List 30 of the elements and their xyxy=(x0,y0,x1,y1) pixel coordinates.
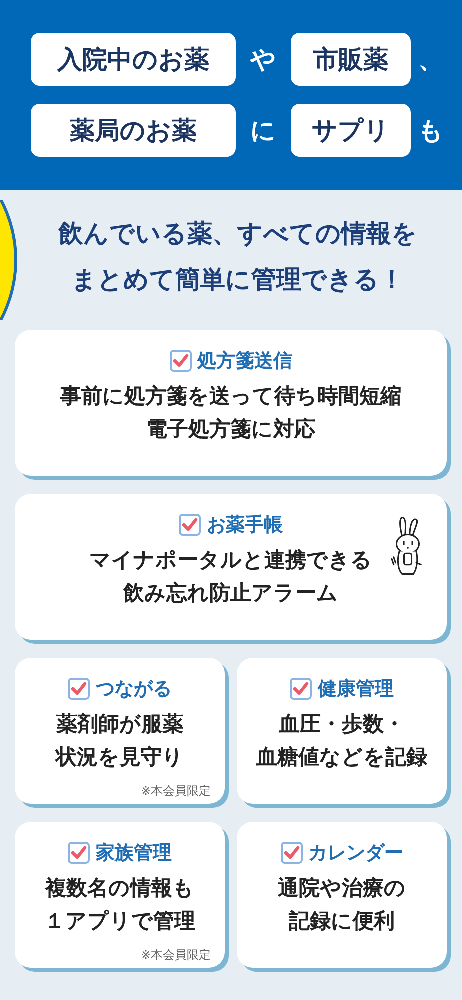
feature-text: 血糖値などを記録 xyxy=(256,744,428,771)
feature-title: 家族管理 xyxy=(96,841,172,866)
tagline-text: まとめて簡単に管理できる！ xyxy=(72,264,404,296)
feature-title: カレンダー xyxy=(308,841,404,866)
feature-text: 複数名の情報も xyxy=(44,875,196,902)
medicine-label: サプリ xyxy=(291,104,411,157)
feature-text: 記録に便利 xyxy=(288,908,396,935)
medicine-label: 入院中のお薬 xyxy=(31,33,236,86)
feature-text: 電子処方箋に対応 xyxy=(146,416,316,443)
feature-text: 薬剤師が服薬 xyxy=(56,711,184,738)
header-text: や xyxy=(249,44,278,76)
note-text: ※本会員限定 xyxy=(140,947,211,964)
feature-text: 飲み忘れ防止アラーム xyxy=(122,580,340,607)
tagline-text: 飲んでいる薬、すべての情報を xyxy=(58,218,418,250)
feature-text: 事前に処方箋を送って待ち時間短縮 xyxy=(60,383,402,410)
medicine-label: 薬局のお薬 xyxy=(31,104,236,157)
feature-text: 状況を見守り xyxy=(56,744,184,771)
feature-title: つながる xyxy=(96,677,172,702)
feature-title: お薬手帳 xyxy=(207,513,283,538)
header-text: に xyxy=(250,115,278,147)
feature-text: １アプリで管理 xyxy=(44,908,196,935)
note-text: ※本会員限定 xyxy=(140,783,211,800)
feature-text: マイナポータルと連携できる xyxy=(90,547,372,574)
medicine-label: 市販薬 xyxy=(291,33,411,86)
feature-title: 処方箋送信 xyxy=(198,349,292,374)
feature-text: 血圧・歩数・ xyxy=(278,711,406,738)
feature-text: 通院や治療の xyxy=(278,875,406,902)
header-text: も xyxy=(417,115,445,147)
feature-title: 健康管理 xyxy=(318,677,394,702)
header-text: 、 xyxy=(418,44,444,76)
